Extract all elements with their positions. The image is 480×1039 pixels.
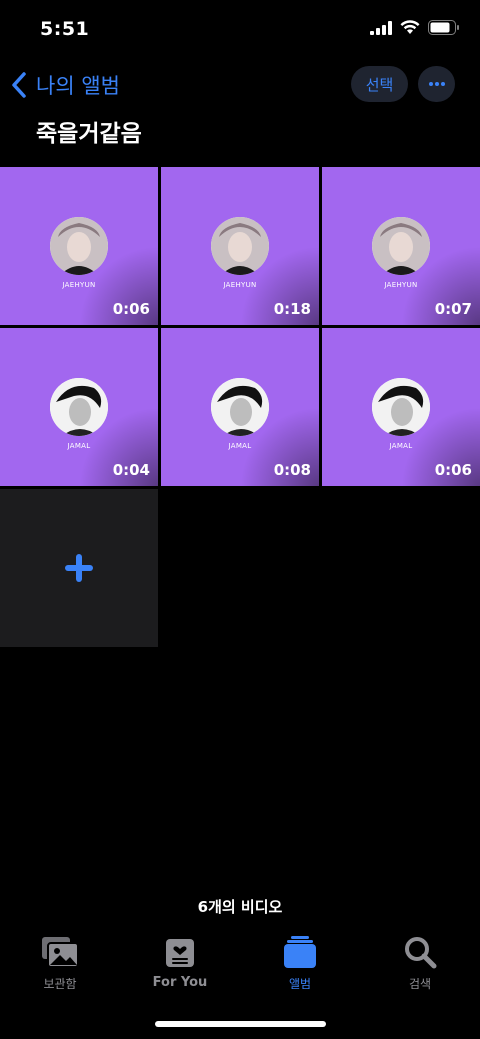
video-person-label: JAEHYUN	[384, 281, 418, 289]
video-person-label: JAMAL	[228, 442, 252, 450]
video-duration: 0:08	[273, 461, 311, 479]
video-thumbnail[interactable]: JAEHYUN 0:18	[161, 167, 319, 325]
more-button[interactable]	[418, 66, 455, 102]
tab-bar: 보관함 For You 앨범 검색	[0, 935, 480, 995]
video-thumbnail[interactable]: JAEHYUN 0:07	[322, 167, 480, 325]
status-bar: 5:51	[0, 0, 480, 60]
tab-for-you[interactable]: For You	[120, 935, 240, 995]
video-person-label: JAMAL	[67, 442, 91, 450]
tab-albums-label: 앨범	[288, 977, 312, 991]
video-duration: 0:06	[112, 300, 150, 318]
ellipsis-icon	[428, 82, 445, 86]
tab-albums[interactable]: 앨범	[240, 935, 360, 995]
tab-for-you-label: For You	[152, 975, 208, 990]
video-thumbnail[interactable]: JAMAL 0:08	[161, 328, 319, 486]
status-time: 5:51	[40, 18, 90, 40]
avatar	[211, 378, 269, 436]
video-thumbnail[interactable]: JAMAL 0:06	[322, 328, 480, 486]
chevron-left-icon	[12, 72, 26, 98]
tab-library-label: 보관함	[43, 977, 77, 991]
navigation-bar: 나의 앨범 선택	[0, 66, 480, 104]
avatar	[372, 378, 430, 436]
video-duration: 0:04	[112, 461, 150, 479]
back-button[interactable]: 나의 앨범	[10, 66, 120, 104]
tab-search-label: 검색	[408, 977, 432, 991]
status-icons	[370, 20, 460, 35]
album-title: 죽을거같음	[36, 121, 142, 147]
battery-icon	[428, 20, 459, 35]
video-person-label: JAEHYUN	[223, 281, 257, 289]
video-count: 6개의 비디오	[197, 898, 283, 916]
video-grid: JAEHYUN 0:06 JAEHYUN 0:18 JAEHYUN 0:07 J…	[0, 167, 480, 647]
video-duration: 0:18	[273, 300, 311, 318]
albums-icon	[284, 936, 316, 968]
video-thumbnail[interactable]: JAMAL 0:04	[0, 328, 158, 486]
select-button[interactable]: 선택	[351, 66, 408, 102]
for-you-icon	[166, 939, 194, 967]
avatar	[211, 217, 269, 275]
home-indicator	[155, 1021, 326, 1027]
library-icon	[42, 937, 79, 968]
add-video-button[interactable]	[0, 489, 158, 647]
avatar	[50, 217, 108, 275]
video-duration: 0:06	[434, 461, 472, 479]
tab-library[interactable]: 보관함	[0, 935, 120, 995]
wifi-icon	[400, 20, 420, 34]
back-label: 나의 앨범	[36, 74, 120, 98]
video-duration: 0:07	[434, 300, 472, 318]
plus-icon	[65, 554, 93, 582]
video-person-label: JAMAL	[389, 442, 413, 450]
video-thumbnail[interactable]: JAEHYUN 0:06	[0, 167, 158, 325]
video-person-label: JAEHYUN	[62, 281, 96, 289]
signal-icon	[370, 20, 392, 35]
avatar	[372, 217, 430, 275]
tab-search[interactable]: 검색	[360, 935, 480, 995]
avatar	[50, 378, 108, 436]
search-icon	[405, 937, 437, 969]
